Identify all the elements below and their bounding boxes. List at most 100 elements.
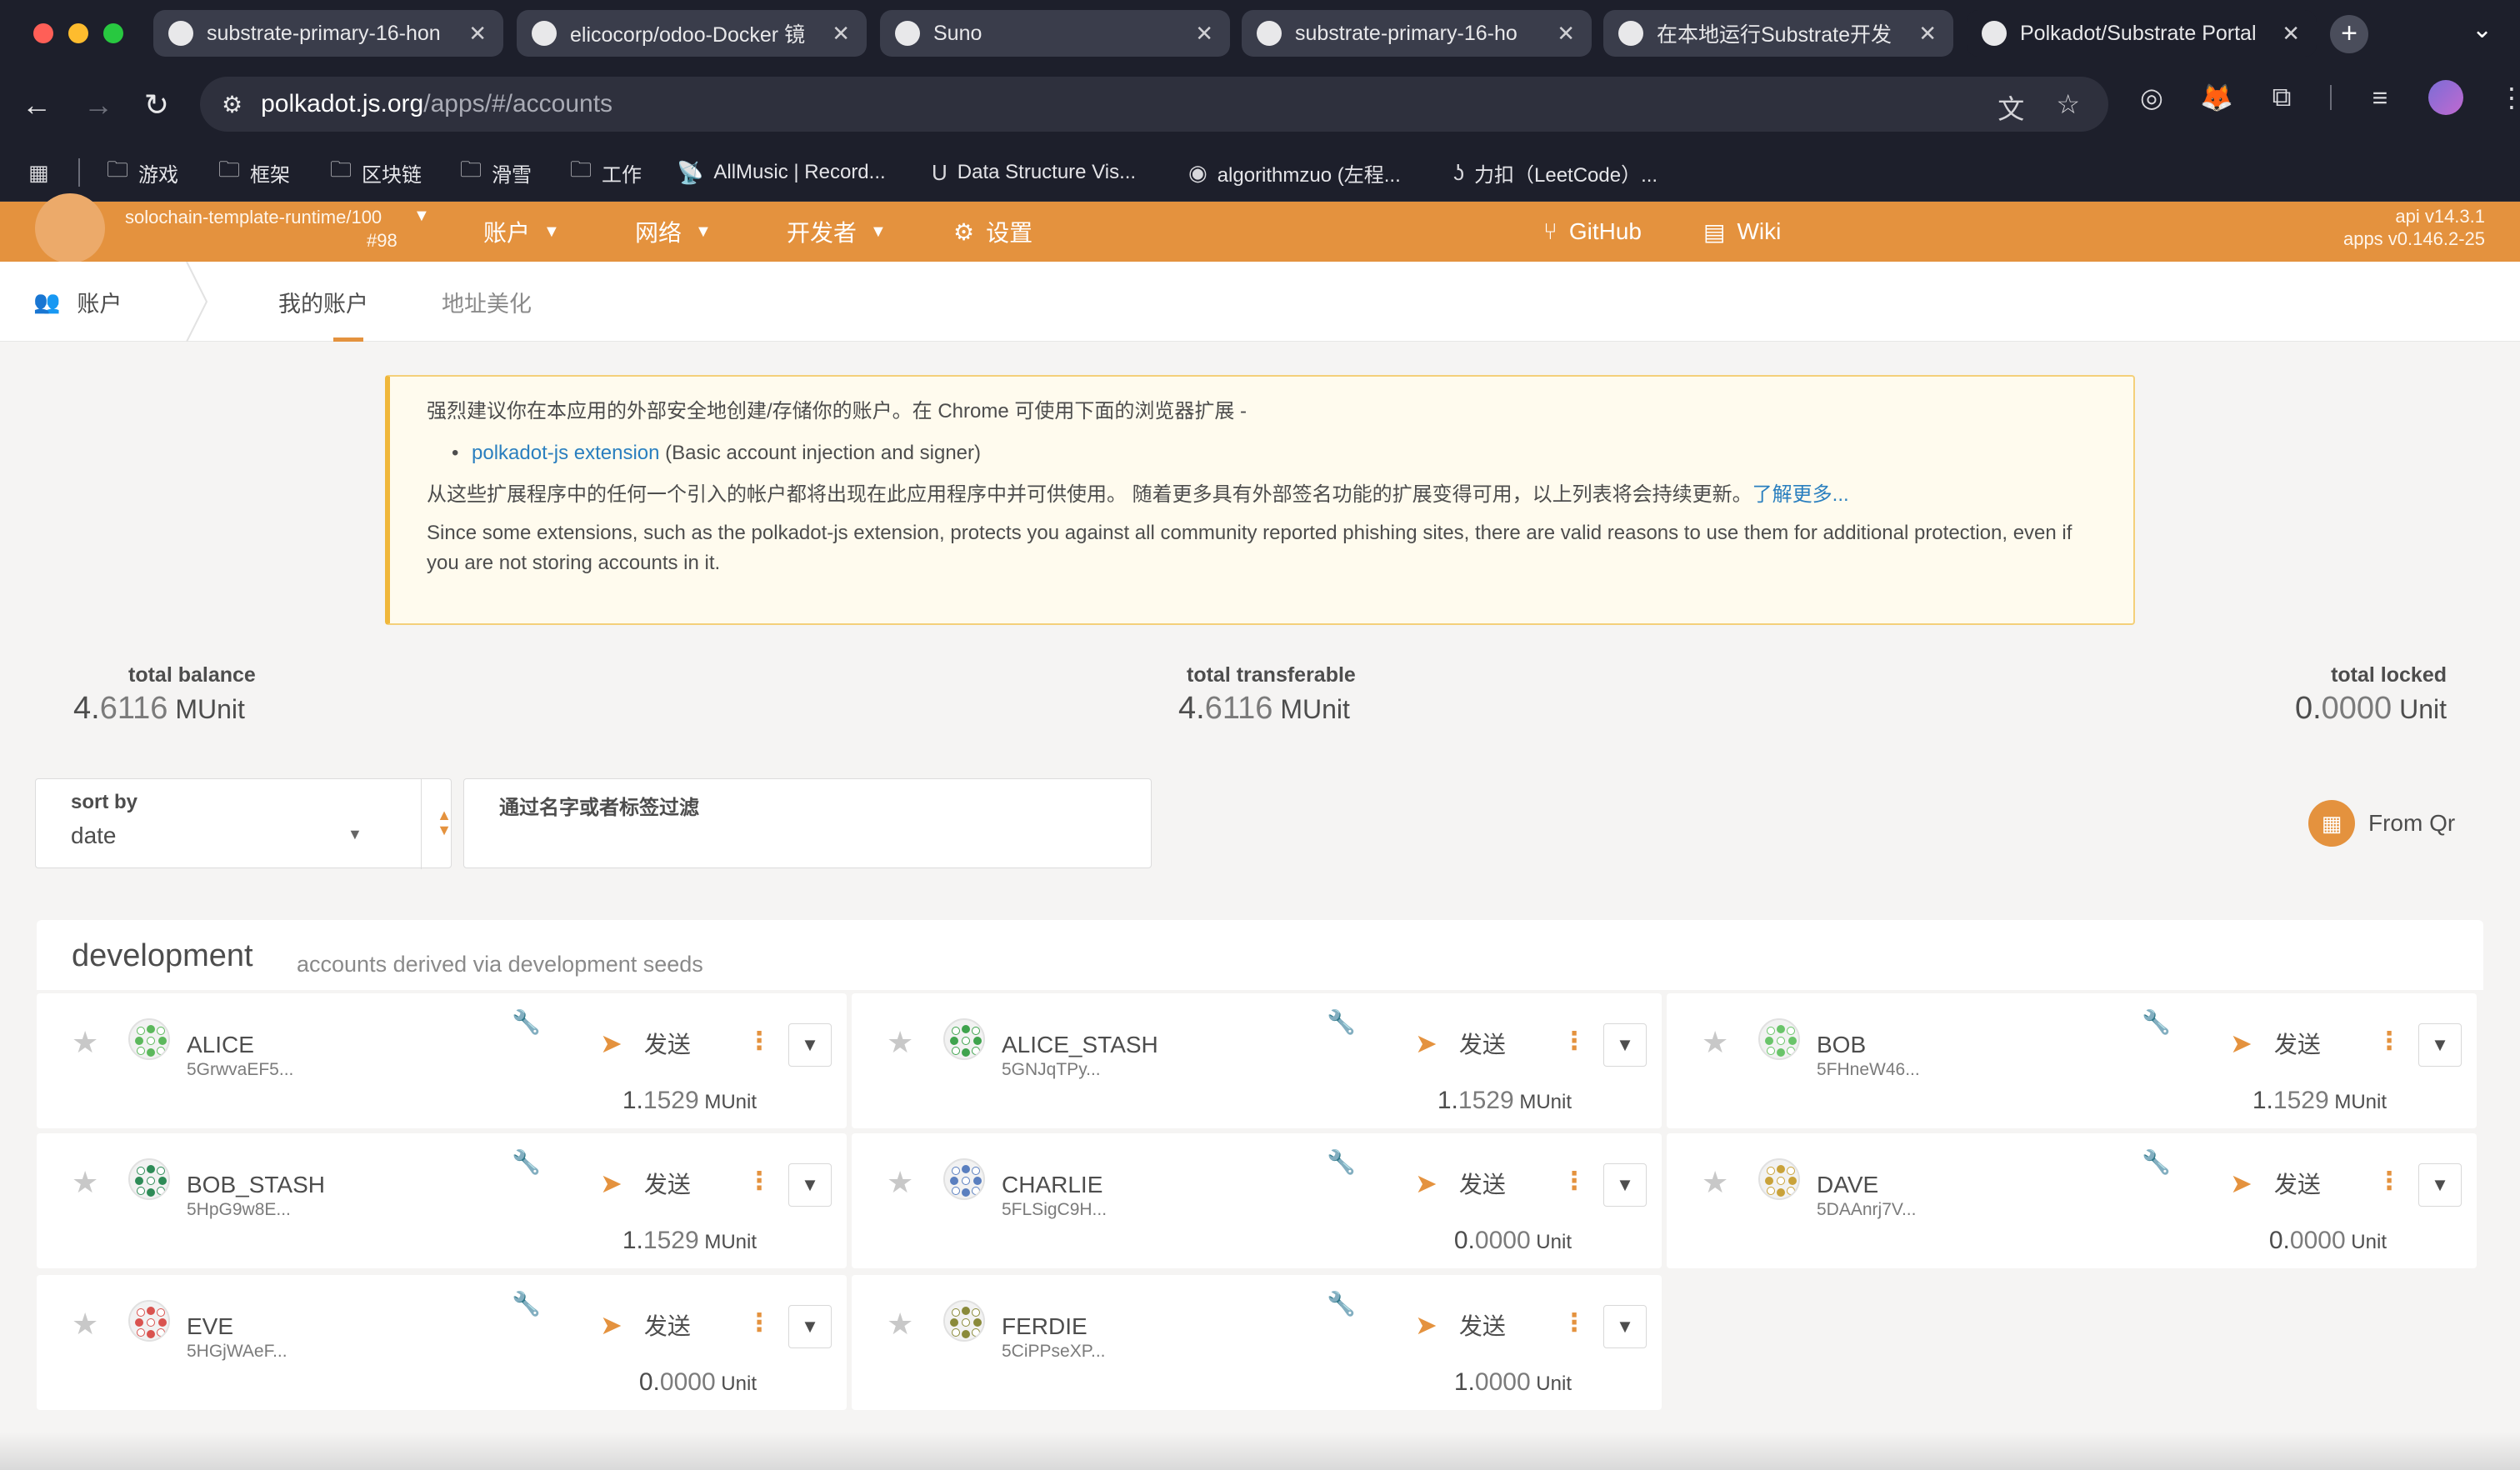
wrench-icon[interactable]: 🔧 xyxy=(1327,1290,1356,1318)
close-tab-icon[interactable]: ✕ xyxy=(2282,21,2300,47)
close-tab-icon[interactable]: ✕ xyxy=(832,21,850,47)
identicon[interactable] xyxy=(128,1300,170,1342)
chain-name[interactable]: solochain-template-runtime/100 xyxy=(125,207,382,228)
expand-dropdown-button[interactable]: ▼ xyxy=(2418,1023,2462,1067)
close-tab-icon[interactable]: ✕ xyxy=(468,21,487,47)
browser-tab[interactable]: 在本地运行Substrate开发 ✕ xyxy=(1603,10,1953,57)
menu-accounts[interactable]: 账户 ▼ xyxy=(483,202,560,262)
more-options-icon[interactable]: ⋮ xyxy=(747,1167,772,1196)
tab-vanity-address[interactable]: 地址美化 xyxy=(442,262,532,342)
browser-tab[interactable]: Polkadot/Substrate Portal ✕ xyxy=(1967,10,2317,57)
sort-by-select[interactable]: sort by date ▼ ▲ ▼ xyxy=(35,778,452,869)
identicon[interactable] xyxy=(128,1158,170,1200)
chain-dropdown-caret-icon[interactable]: ▼ xyxy=(413,207,430,226)
menu-wiki[interactable]: ▤ Wiki xyxy=(1703,202,1781,262)
send-button[interactable]: ➤ 发送 xyxy=(1415,1308,1506,1342)
bookmark-item[interactable]: 🗀 区块链 xyxy=(330,143,422,202)
site-info-icon[interactable]: ⚙ xyxy=(222,91,242,118)
identicon[interactable] xyxy=(1758,1158,1800,1200)
forward-arrow-icon[interactable]: → xyxy=(80,87,117,123)
wrench-icon[interactable]: 🔧 xyxy=(512,1148,541,1176)
expand-dropdown-button[interactable]: ▼ xyxy=(788,1305,832,1348)
send-button[interactable]: ➤ 发送 xyxy=(2230,1027,2321,1060)
translate-icon[interactable]: 文 xyxy=(1998,88,2024,127)
more-options-icon[interactable]: ⋮ xyxy=(747,1027,772,1056)
favorite-star-icon[interactable]: ★ xyxy=(1702,1025,1728,1060)
browser-tab[interactable]: substrate-primary-16-ho ✕ xyxy=(1242,10,1592,57)
more-options-icon[interactable]: ⋮ xyxy=(1562,1167,1587,1196)
bookmark-item[interactable]: 🗀 游戏 xyxy=(107,143,178,202)
extensions-puzzle-icon[interactable]: ⧉ xyxy=(2265,82,2298,113)
browser-menu-icon[interactable]: ⋮ xyxy=(2495,82,2520,113)
metamask-fox-icon[interactable]: 🦊 xyxy=(2200,82,2233,113)
expand-dropdown-button[interactable]: ▼ xyxy=(788,1023,832,1067)
favorite-star-icon[interactable]: ★ xyxy=(887,1165,913,1200)
maximize-window-button[interactable] xyxy=(103,23,123,43)
identicon[interactable] xyxy=(128,1018,170,1060)
account-address[interactable]: 5GNJqTPy... xyxy=(1002,1060,1101,1080)
address-bar[interactable]: ⚙ polkadot.js.org/apps/#/accounts 文 ☆ xyxy=(200,77,2108,132)
bookmark-item[interactable]: 🗀 框架 xyxy=(218,143,290,202)
menu-developer[interactable]: 开发者 ▼ xyxy=(787,202,887,262)
chain-logo[interactable] xyxy=(35,193,105,263)
identicon[interactable] xyxy=(943,1158,985,1200)
more-options-icon[interactable]: ⋮ xyxy=(1562,1027,1587,1056)
account-address[interactable]: 5DAAnrj7V... xyxy=(1817,1200,1916,1220)
close-tab-icon[interactable]: ✕ xyxy=(1195,21,1213,47)
send-button[interactable]: ➤ 发送 xyxy=(600,1167,691,1200)
bookmark-item[interactable]: U Data Structure Vis... xyxy=(932,143,1136,202)
favorite-star-icon[interactable]: ★ xyxy=(72,1025,98,1060)
reload-icon[interactable]: ↻ xyxy=(138,87,175,123)
send-button[interactable]: ➤ 发送 xyxy=(600,1027,691,1060)
bookmark-item[interactable]: 🗀 工作 xyxy=(570,143,642,202)
favorite-star-icon[interactable]: ★ xyxy=(887,1307,913,1342)
send-button[interactable]: ➤ 发送 xyxy=(2230,1167,2321,1200)
bookmark-item[interactable]: ʖ 力扣（LeetCode）... xyxy=(1453,143,1658,202)
send-button[interactable]: ➤ 发送 xyxy=(600,1308,691,1342)
bookmark-item[interactable]: 📡 AllMusic | Record... xyxy=(677,143,886,202)
account-address[interactable]: 5FLSigC9H... xyxy=(1002,1200,1107,1220)
identicon[interactable] xyxy=(1758,1018,1800,1060)
account-address[interactable]: 5HpG9w8E... xyxy=(187,1200,291,1220)
bookmark-item[interactable]: ◉ algorithmzuo (左程... xyxy=(1188,143,1401,202)
back-arrow-icon[interactable]: ← xyxy=(18,87,55,123)
filter-input[interactable]: 通过名字或者标签过滤 xyxy=(463,778,1152,868)
menu-network[interactable]: 网络 ▼ xyxy=(635,202,712,262)
favorite-star-icon[interactable]: ★ xyxy=(72,1165,98,1200)
learn-more-link[interactable]: 了解更多... xyxy=(1752,483,1849,506)
more-options-icon[interactable]: ⋮ xyxy=(747,1308,772,1338)
wrench-icon[interactable]: 🔧 xyxy=(2142,1148,2171,1176)
send-button[interactable]: ➤ 发送 xyxy=(1415,1027,1506,1060)
more-options-icon[interactable]: ⋮ xyxy=(2377,1167,2402,1196)
menu-settings[interactable]: ⚙ 设置 xyxy=(953,202,1032,262)
media-queue-icon[interactable]: ≡ xyxy=(2363,82,2397,113)
identicon[interactable] xyxy=(943,1300,985,1342)
expand-dropdown-button[interactable]: ▼ xyxy=(2418,1163,2462,1207)
account-address[interactable]: 5HGjWAeF... xyxy=(187,1342,288,1362)
wrench-icon[interactable]: 🔧 xyxy=(512,1290,541,1318)
wrench-icon[interactable]: 🔧 xyxy=(512,1008,541,1036)
wrench-icon[interactable]: 🔧 xyxy=(2142,1008,2171,1036)
menu-github[interactable]: ⑂ GitHub xyxy=(1543,202,1642,262)
account-address[interactable]: 5GrwvaEF5... xyxy=(187,1060,293,1080)
bookmark-star-icon[interactable]: ☆ xyxy=(2056,88,2080,127)
expand-dropdown-button[interactable]: ▼ xyxy=(1603,1023,1647,1067)
reader-mode-icon[interactable]: ◎ xyxy=(2135,82,2168,113)
wrench-icon[interactable]: 🔧 xyxy=(1327,1008,1356,1036)
sort-order-toggle-icon[interactable]: ▲ ▼ xyxy=(436,808,452,838)
browser-tab[interactable]: elicocorp/odoo-Docker 镜 ✕ xyxy=(517,10,867,57)
expand-dropdown-button[interactable]: ▼ xyxy=(1603,1305,1647,1348)
close-window-button[interactable] xyxy=(33,23,53,43)
favorite-star-icon[interactable]: ★ xyxy=(1702,1165,1728,1200)
new-tab-button[interactable]: + xyxy=(2330,15,2368,53)
tab-my-accounts[interactable]: 我的账户 xyxy=(278,262,368,342)
wrench-icon[interactable]: 🔧 xyxy=(1327,1148,1356,1176)
browser-tab[interactable]: substrate-primary-16-hon ✕ xyxy=(153,10,503,57)
favorite-star-icon[interactable]: ★ xyxy=(887,1025,913,1060)
account-address[interactable]: 5CiPPseXP... xyxy=(1002,1342,1106,1362)
send-button[interactable]: ➤ 发送 xyxy=(1415,1167,1506,1200)
favorite-star-icon[interactable]: ★ xyxy=(72,1307,98,1342)
tab-search-chevron-icon[interactable]: ⌄ xyxy=(2472,15,2492,44)
browser-tab[interactable]: Suno ✕ xyxy=(880,10,1230,57)
account-address[interactable]: 5FHneW46... xyxy=(1817,1060,1920,1080)
